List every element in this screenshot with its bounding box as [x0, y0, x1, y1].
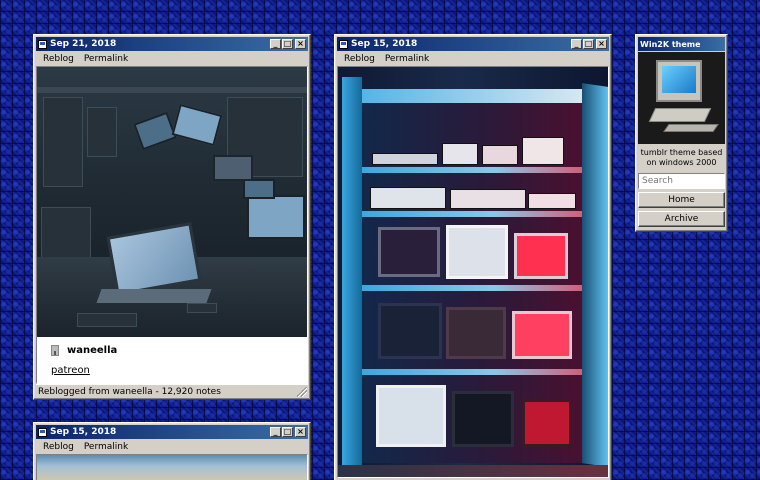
post-info: waneella patreon — [37, 337, 307, 383]
post-image-room-illustration[interactable] — [37, 67, 307, 337]
post-titlebar[interactable]: Sep 21, 2018 _ □ × — [36, 37, 308, 51]
maximize-button[interactable]: □ — [583, 39, 594, 49]
close-button[interactable]: × — [295, 39, 306, 49]
author-row: waneella — [51, 345, 293, 356]
post-window-cabinet: Sep 15, 2018 _ □ × Reblog Permalink — [334, 34, 612, 480]
computer-illustration — [638, 52, 725, 144]
sidebar-title: Win2K theme — [640, 39, 701, 49]
home-button[interactable]: Home — [638, 192, 725, 208]
minimize-button[interactable]: _ — [270, 427, 281, 437]
post-window-second: Sep 15, 2018 _ □ × Reblog Permalink — [33, 422, 311, 480]
permalink-link[interactable]: Permalink — [380, 54, 434, 64]
window-app-icon — [339, 39, 348, 49]
post-date: Sep 15, 2018 — [351, 39, 418, 49]
reblog-link[interactable]: Reblog — [38, 442, 79, 452]
reblog-notes-status: Reblogged from waneella - 12,920 notes — [38, 386, 221, 397]
reblog-link[interactable]: Reblog — [38, 54, 79, 64]
post-content — [337, 66, 609, 478]
search-input[interactable] — [638, 173, 725, 189]
resize-grip-icon[interactable] — [297, 387, 307, 397]
patreon-link[interactable]: patreon — [51, 365, 90, 376]
maximize-button[interactable]: □ — [282, 39, 293, 49]
minimize-button[interactable]: _ — [270, 39, 281, 49]
post-titlebar[interactable]: Sep 15, 2018 _ □ × — [337, 37, 609, 51]
permalink-link[interactable]: Permalink — [79, 442, 133, 452]
minimize-button[interactable]: _ — [571, 39, 582, 49]
post-date: Sep 15, 2018 — [50, 427, 117, 437]
post-titlebar[interactable]: Sep 15, 2018 _ □ × — [36, 425, 308, 439]
post-date: Sep 21, 2018 — [50, 39, 117, 49]
sidebar-description: tumblr theme based on windows 2000 — [640, 148, 723, 167]
post-image-landscape[interactable] — [36, 454, 308, 480]
post-menubar: Reblog Permalink — [36, 51, 308, 66]
post-statusbar: Reblogged from waneella - 12,920 notes — [36, 384, 308, 398]
window-app-icon — [38, 39, 47, 49]
post-content: waneella patreon — [36, 66, 308, 384]
window-app-icon — [38, 427, 47, 437]
sidebar-widget: Win2K theme tumblr theme based on window… — [635, 34, 728, 232]
reblog-link[interactable]: Reblog — [339, 54, 380, 64]
post-menubar: Reblog Permalink — [36, 439, 308, 454]
close-button[interactable]: × — [295, 427, 306, 437]
post-menubar: Reblog Permalink — [337, 51, 609, 66]
sidebar-titlebar: Win2K theme — [638, 37, 725, 51]
author-name[interactable]: waneella — [67, 345, 117, 356]
post-image-retro-cabinet[interactable] — [338, 67, 608, 477]
user-avatar-icon[interactable] — [51, 345, 59, 356]
post-window-illustration: Sep 21, 2018 _ □ × Reblog Permalink wane… — [33, 34, 311, 400]
permalink-link[interactable]: Permalink — [79, 54, 133, 64]
archive-button[interactable]: Archive — [638, 211, 725, 227]
maximize-button[interactable]: □ — [282, 427, 293, 437]
close-button[interactable]: × — [596, 39, 607, 49]
